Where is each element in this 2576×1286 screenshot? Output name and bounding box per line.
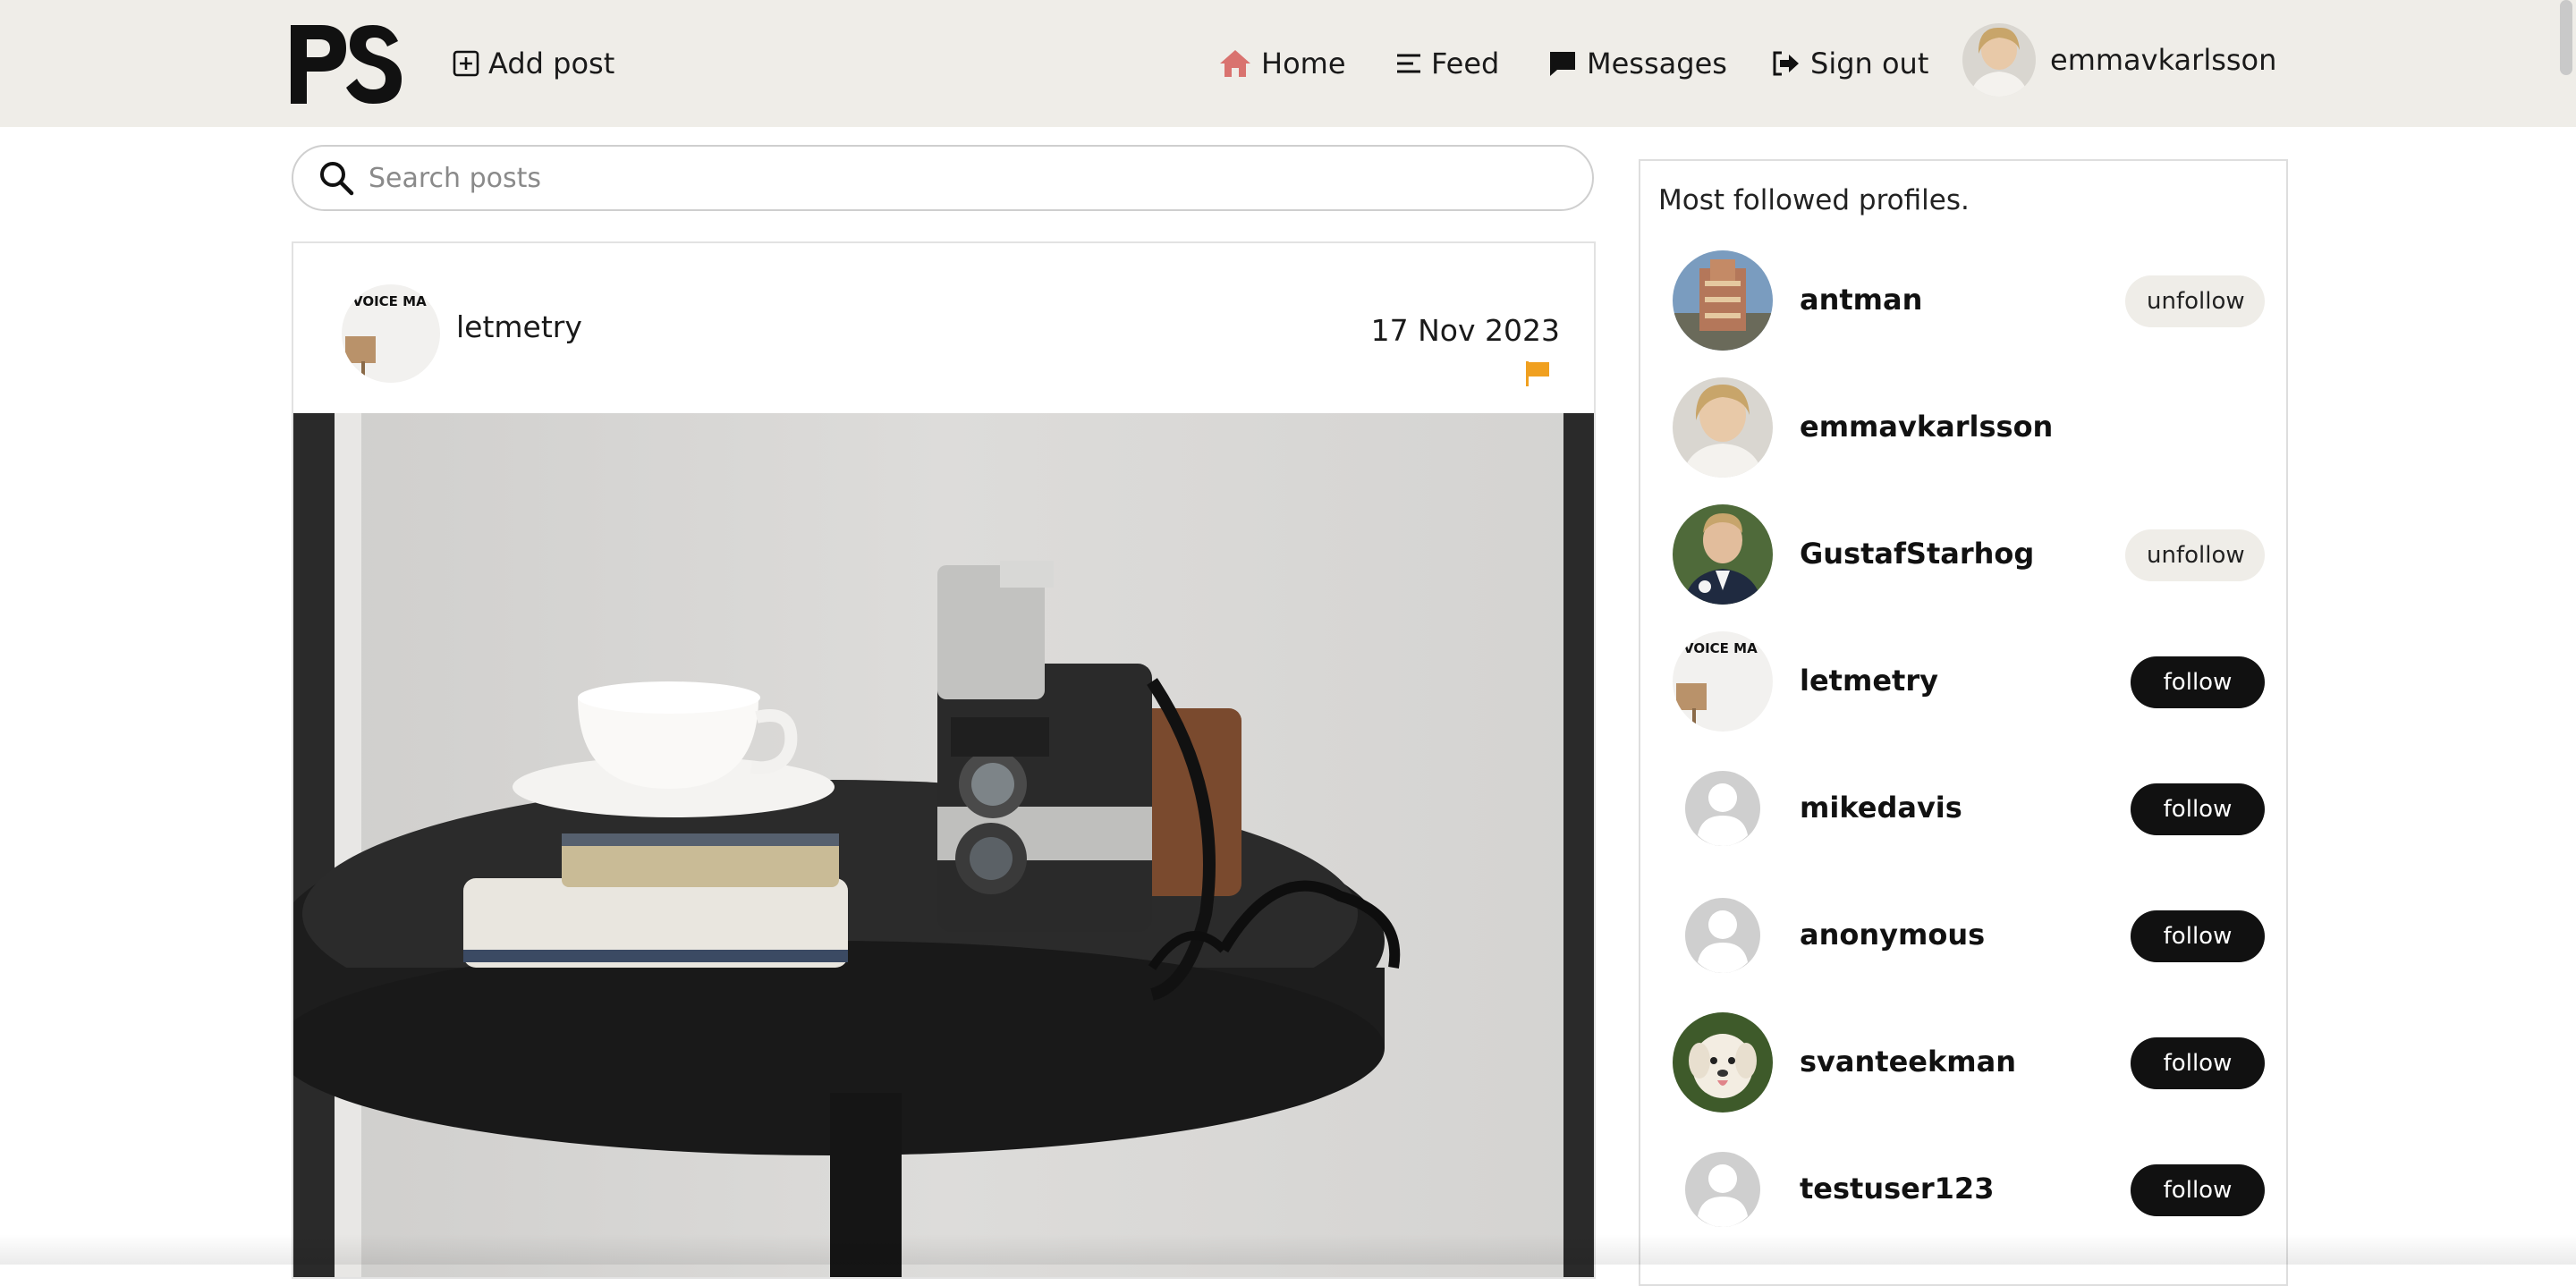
follow-button[interactable]: follow xyxy=(2131,1037,2265,1089)
profile-avatar[interactable] xyxy=(1673,1012,1773,1113)
nav-feed-link[interactable]: Feed xyxy=(1395,41,1499,86)
profile-row: VOICE MA letmetry follow xyxy=(1640,631,2286,739)
default-avatar-icon[interactable] xyxy=(1673,758,1773,859)
post-date: 17 Nov 2023 xyxy=(1370,313,1560,348)
sidebar-title: Most followed profiles. xyxy=(1658,184,1970,216)
add-post-link[interactable]: Add post xyxy=(453,41,614,86)
avatar-sign-text: VOICE MA xyxy=(1683,640,1758,656)
post-author-name[interactable]: letmetry xyxy=(456,309,582,344)
post-author-avatar[interactable]: VOICE MA xyxy=(342,284,440,383)
nav-feed-label: Feed xyxy=(1431,47,1500,80)
default-avatar-icon[interactable] xyxy=(1673,885,1773,986)
avatar-sign-text: VOICE MA xyxy=(352,293,427,309)
profile-row: mikedavis follow xyxy=(1640,758,2286,866)
profile-row: anonymous follow xyxy=(1640,885,2286,993)
most-followed-panel: Most followed profiles. antman unfollow … xyxy=(1639,159,2288,1286)
post-image[interactable] xyxy=(293,413,1596,1279)
unfollow-button[interactable]: unfollow xyxy=(2125,275,2265,327)
search-input[interactable] xyxy=(367,161,1533,195)
window-bottom-shadow xyxy=(0,1234,2576,1265)
follow-button[interactable]: follow xyxy=(2131,910,2265,962)
nav-home-label: Home xyxy=(1261,47,1346,80)
follow-button[interactable]: follow xyxy=(2131,656,2265,708)
add-square-icon xyxy=(453,50,479,77)
follow-button[interactable]: follow xyxy=(2131,783,2265,835)
profile-avatar[interactable] xyxy=(1673,250,1773,351)
nav-messages-link[interactable]: Messages xyxy=(1547,41,1727,86)
default-avatar-icon[interactable] xyxy=(1673,1139,1773,1239)
flag-icon[interactable] xyxy=(1524,360,1551,388)
profile-row: GustafStarhog unfollow xyxy=(1640,504,2286,612)
add-post-label: Add post xyxy=(488,47,615,80)
profile-name[interactable]: testuser123 xyxy=(1800,1172,1994,1206)
profile-avatar[interactable] xyxy=(1673,504,1773,605)
profile-row: svanteekman follow xyxy=(1640,1012,2286,1120)
profile-name[interactable]: mikedavis xyxy=(1800,791,1962,825)
navbar: Add post Home Feed Messages Sign out emm… xyxy=(0,0,2576,127)
profile-row: testuser123 follow xyxy=(1640,1139,2286,1247)
profile-row: antman unfollow xyxy=(1640,250,2286,358)
sign-out-icon xyxy=(1773,51,1799,76)
page-scrollbar-thumb[interactable] xyxy=(2560,0,2572,75)
profile-avatar[interactable]: VOICE MA xyxy=(1673,631,1773,732)
profile-name[interactable]: letmetry xyxy=(1800,664,1938,698)
profile-row: emmavkarlsson xyxy=(1640,377,2286,485)
follow-button[interactable]: follow xyxy=(2131,1164,2265,1216)
profile-name[interactable]: emmavkarlsson xyxy=(1800,410,2053,444)
unfollow-button[interactable]: unfollow xyxy=(2125,529,2265,581)
current-user-name: emmavkarlsson xyxy=(2050,43,2277,77)
search-icon xyxy=(320,162,354,196)
current-user-chip[interactable]: emmavkarlsson xyxy=(1962,23,2276,97)
nav-home-link[interactable]: Home xyxy=(1218,41,1346,86)
sign-out-label: Sign out xyxy=(1810,47,1929,80)
sign-out-link[interactable]: Sign out xyxy=(1771,41,1928,86)
home-icon xyxy=(1220,50,1250,77)
nav-messages-label: Messages xyxy=(1587,47,1727,80)
user-avatar xyxy=(1962,23,2036,97)
message-bubble-icon xyxy=(1550,52,1575,76)
feed-lines-icon xyxy=(1397,54,1420,73)
post-card: VOICE MA letmetry 17 Nov 2023 xyxy=(292,241,1596,1279)
profile-avatar[interactable] xyxy=(1673,377,1773,478)
profile-name[interactable]: anonymous xyxy=(1800,918,1985,952)
profile-name[interactable]: GustafStarhog xyxy=(1800,537,2034,571)
search-bar[interactable] xyxy=(292,145,1594,211)
ps-logo[interactable] xyxy=(291,23,402,104)
profile-name[interactable]: antman xyxy=(1800,283,1922,317)
profile-name[interactable]: svanteekman xyxy=(1800,1045,2016,1079)
